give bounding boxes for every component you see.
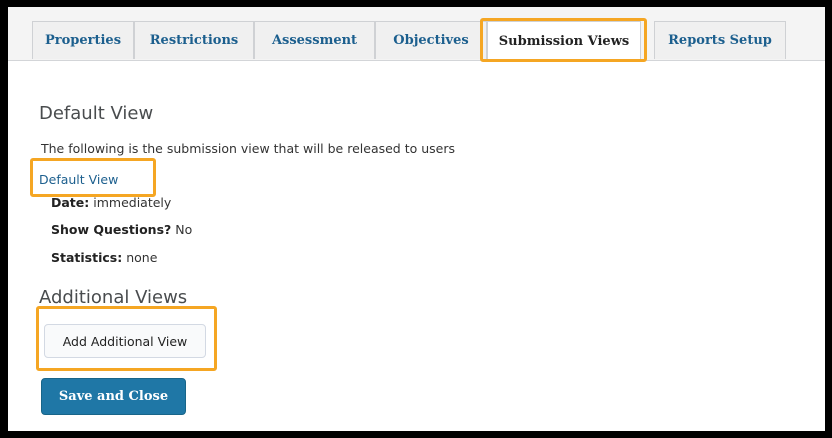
tab-reports-setup[interactable]: Reports Setup <box>654 21 786 59</box>
submission-views-panel: Properties Restrictions Assessment Objec… <box>8 7 825 431</box>
additional-views-heading: Additional Views <box>39 287 188 308</box>
statistics-label: Statistics: <box>51 250 123 265</box>
date-value: immediately <box>93 195 172 210</box>
show-questions-value: No <box>175 222 193 237</box>
date-row: Date: immediately <box>51 195 171 210</box>
save-and-close-button[interactable]: Save and Close <box>41 378 186 415</box>
main-content: Default View The following is the submis… <box>8 61 825 431</box>
show-questions-label: Show Questions? <box>51 222 172 237</box>
default-view-link[interactable]: Default View <box>39 172 118 187</box>
date-label: Date: <box>51 195 90 210</box>
tab-assessment[interactable]: Assessment <box>254 21 375 59</box>
tab-bar: Properties Restrictions Assessment Objec… <box>8 7 825 61</box>
show-questions-row: Show Questions? No <box>51 222 192 237</box>
statistics-row: Statistics: none <box>51 250 157 265</box>
tab-objectives[interactable]: Objectives <box>375 21 487 59</box>
tab-restrictions[interactable]: Restrictions <box>134 21 254 59</box>
default-view-description: The following is the submission view tha… <box>41 141 456 156</box>
tab-submission-views[interactable]: Submission Views <box>487 21 641 61</box>
tab-properties[interactable]: Properties <box>32 21 134 59</box>
statistics-value: none <box>126 250 158 265</box>
add-additional-view-button[interactable]: Add Additional View <box>44 324 206 358</box>
default-view-heading: Default View <box>39 103 154 124</box>
